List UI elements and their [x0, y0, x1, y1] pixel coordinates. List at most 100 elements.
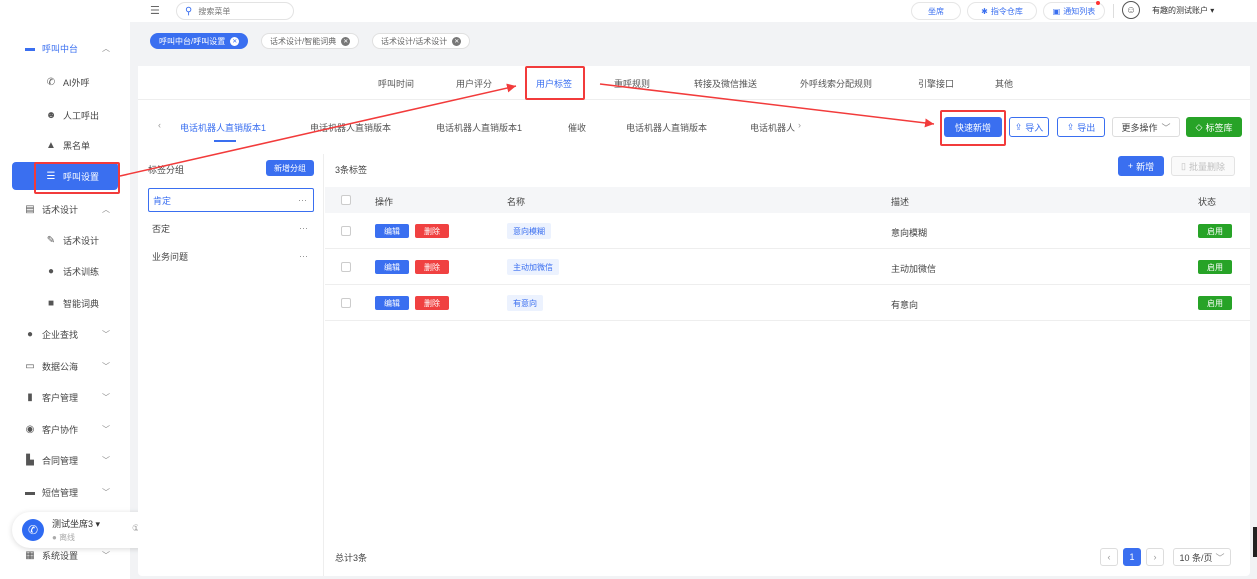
sidebar-item-call-center[interactable]: ▬ 呼叫中台 ︿	[0, 34, 130, 62]
close-icon[interactable]: ✕	[341, 36, 351, 46]
page-tab-call-settings[interactable]: 呼叫中台/呼叫设置 ✕	[150, 33, 249, 49]
row-checkbox[interactable]	[341, 262, 351, 272]
sidebar-item-label: 智能词典	[63, 298, 100, 309]
row-checkbox[interactable]	[341, 298, 351, 308]
delete-button[interactable]: 删除	[415, 260, 449, 274]
tab-lead-assignment[interactable]: 外呼线索分配规则	[800, 77, 872, 90]
tab-engine-interface[interactable]: 引擎接口	[918, 77, 954, 90]
page-size-select[interactable]: 10 条/页 ﹀	[1173, 548, 1231, 566]
menu-toggle-icon[interactable]: ☰	[150, 4, 160, 17]
more-actions-dropdown[interactable]: 更多操作 ﹀	[1112, 117, 1180, 137]
page-tab-script-design[interactable]: 话术设计/话术设计 ✕	[372, 33, 471, 49]
chevron-up-icon: ︿	[102, 43, 110, 53]
tag-library-button[interactable]: ◇ 标签库	[1186, 117, 1242, 137]
phone-icon: ✆	[46, 76, 56, 88]
quick-add-button[interactable]: 快速新增	[944, 117, 1002, 137]
command-warehouse-button[interactable]: ✱ 指令仓库	[967, 2, 1037, 20]
page-tab-smart-dictionary[interactable]: 话术设计/智能词典 ✕	[261, 33, 360, 49]
chevron-down-icon: ﹀	[102, 392, 110, 402]
sidebar-item-label: 呼叫中台	[42, 43, 79, 54]
delete-button[interactable]: 删除	[415, 224, 449, 238]
status-badge[interactable]: 启用	[1198, 224, 1232, 238]
next-page-button[interactable]: ›	[1146, 548, 1164, 566]
sub-tab-collection[interactable]: 催收	[568, 121, 586, 134]
status-badge[interactable]: 启用	[1198, 260, 1232, 274]
sidebar-item-script-design[interactable]: ▤ 话术设计 ︿	[0, 195, 130, 223]
export-button[interactable]: ⇪ 导出	[1057, 117, 1105, 137]
sidebar-item-contract-management[interactable]: ▙ 合同管理 ﹀	[0, 446, 130, 474]
import-button[interactable]: ⇪ 导入	[1009, 117, 1049, 137]
settings-tabs: 呼叫时间 用户评分 用户标签 重呼规则 转接及微信推送 外呼线索分配规则 引擎接…	[138, 66, 1250, 100]
sidebar: ▬ 呼叫中台 ︿ ✆ AI外呼 ☻ 人工呼出 ▲ 黑名单 ☰ 呼叫设置 ▤ 话术…	[0, 0, 130, 579]
sidebar-item-manual-call[interactable]: ☻ 人工呼出	[0, 101, 130, 129]
more-icon[interactable]: ···	[299, 251, 308, 261]
search-input[interactable]	[198, 6, 279, 16]
tab-user-tags[interactable]: 用户标签	[536, 77, 572, 90]
sidebar-item-company-search[interactable]: ● 企业查找 ﹀	[0, 320, 130, 348]
prev-page-button[interactable]: ‹	[1100, 548, 1118, 566]
bulb-icon: ●	[26, 328, 34, 340]
command-icon: ✱	[981, 6, 988, 16]
sidebar-item-customer-collab[interactable]: ◉ 客户协作 ﹀	[0, 415, 130, 443]
sidebar-item-customer-management[interactable]: ▮ 客户管理 ﹀	[0, 383, 130, 411]
sub-tab-robot[interactable]: 电话机器人直销版本	[310, 121, 391, 134]
table-row: 编辑 删除 有意向 有意向 启用	[325, 285, 1250, 321]
sidebar-item-label: 黑名单	[63, 140, 91, 151]
group-item-business[interactable]: 业务问题 ···	[148, 244, 314, 268]
sub-tab-robot-v1-b[interactable]: 电话机器人直销版本1	[436, 121, 522, 134]
add-group-label: 新增分组	[274, 163, 306, 173]
tab-transfer-wechat[interactable]: 转接及微信推送	[694, 77, 757, 90]
sidebar-item-smart-dictionary[interactable]: ■ 智能词典	[0, 289, 130, 317]
edit-button[interactable]: 编辑	[375, 296, 409, 310]
top-bar: ☰ ⚲ 坐席 ✱ 指令仓库 ▣ 通知列表 ☺ 有趣的测试账户 ▾	[130, 0, 1257, 22]
row-checkbox[interactable]	[341, 226, 351, 236]
sub-tab-robot-c[interactable]: 电话机器人	[750, 121, 795, 134]
sidebar-item-script-training[interactable]: ● 话术训练	[0, 257, 130, 285]
sidebar-item-script-design-sub[interactable]: ✎ 话术设计	[0, 226, 130, 254]
add-tag-label: 新增	[1136, 161, 1155, 172]
chevron-left-icon[interactable]: ‹	[158, 120, 161, 130]
seat-button[interactable]: 坐席	[911, 2, 961, 20]
delete-button[interactable]: 删除	[415, 296, 449, 310]
close-icon[interactable]: ✕	[452, 36, 462, 46]
chevron-right-icon[interactable]: ›	[798, 120, 801, 130]
group-item-positive[interactable]: 肯定 ···	[148, 188, 314, 212]
more-icon[interactable]: ···	[299, 223, 308, 233]
user-menu[interactable]: 有趣的测试账户 ▾	[1152, 5, 1214, 16]
more-icon[interactable]: ···	[298, 195, 307, 205]
column-status: 状态	[1198, 197, 1217, 207]
page-number[interactable]: 1	[1123, 548, 1141, 566]
notice-list-button[interactable]: ▣ 通知列表	[1043, 1, 1105, 20]
sidebar-item-label: 系统设置	[42, 550, 79, 561]
select-all-checkbox[interactable]	[341, 195, 351, 205]
mail-icon: ▭	[25, 360, 35, 372]
sidebar-item-sms-management[interactable]: ▬ 短信管理 ﹀	[0, 478, 130, 506]
tab-call-time[interactable]: 呼叫时间	[378, 77, 414, 90]
sidebar-item-ai-outbound[interactable]: ✆ AI外呼	[0, 68, 130, 96]
settings-sliders-icon: ☰	[46, 170, 56, 182]
phone-icon[interactable]: ✆	[22, 519, 44, 541]
add-tag-button[interactable]: + 新增	[1118, 156, 1164, 176]
sidebar-item-data-pool[interactable]: ▭ 数据公海 ﹀	[0, 352, 130, 380]
sub-tab-robot-v1[interactable]: 电话机器人直销版本1	[180, 121, 266, 134]
sub-tab-robot-b[interactable]: 电话机器人直销版本	[626, 121, 707, 134]
close-icon[interactable]: ✕	[230, 36, 240, 46]
tab-user-score[interactable]: 用户评分	[456, 77, 492, 90]
batch-delete-button[interactable]: ▯ 批量删除	[1171, 156, 1235, 176]
chat-icon: ●	[47, 265, 55, 277]
tab-other[interactable]: 其他	[995, 77, 1013, 90]
sidebar-item-call-settings[interactable]: ☰ 呼叫设置	[12, 162, 118, 190]
tag-icon: ◇	[1195, 121, 1203, 132]
edit-button[interactable]: 编辑	[375, 260, 409, 274]
seat-name[interactable]: 测试坐席3 ▾	[52, 517, 100, 530]
status-badge[interactable]: 启用	[1198, 296, 1232, 310]
settings-card: 呼叫时间 用户评分 用户标签 重呼规则 转接及微信推送 外呼线索分配规则 引擎接…	[138, 66, 1250, 576]
sidebar-item-blacklist[interactable]: ▲ 黑名单	[0, 131, 130, 159]
edit-button[interactable]: 编辑	[375, 224, 409, 238]
add-group-button[interactable]: 新增分组	[266, 160, 314, 176]
group-item-negative[interactable]: 否定 ···	[148, 216, 314, 240]
tag-count: 3条标签	[335, 165, 368, 175]
user-avatar-icon[interactable]: ☺	[1122, 1, 1140, 19]
tab-recall-rules[interactable]: 重呼规则	[614, 77, 650, 90]
menu-search[interactable]: ⚲	[176, 2, 294, 20]
